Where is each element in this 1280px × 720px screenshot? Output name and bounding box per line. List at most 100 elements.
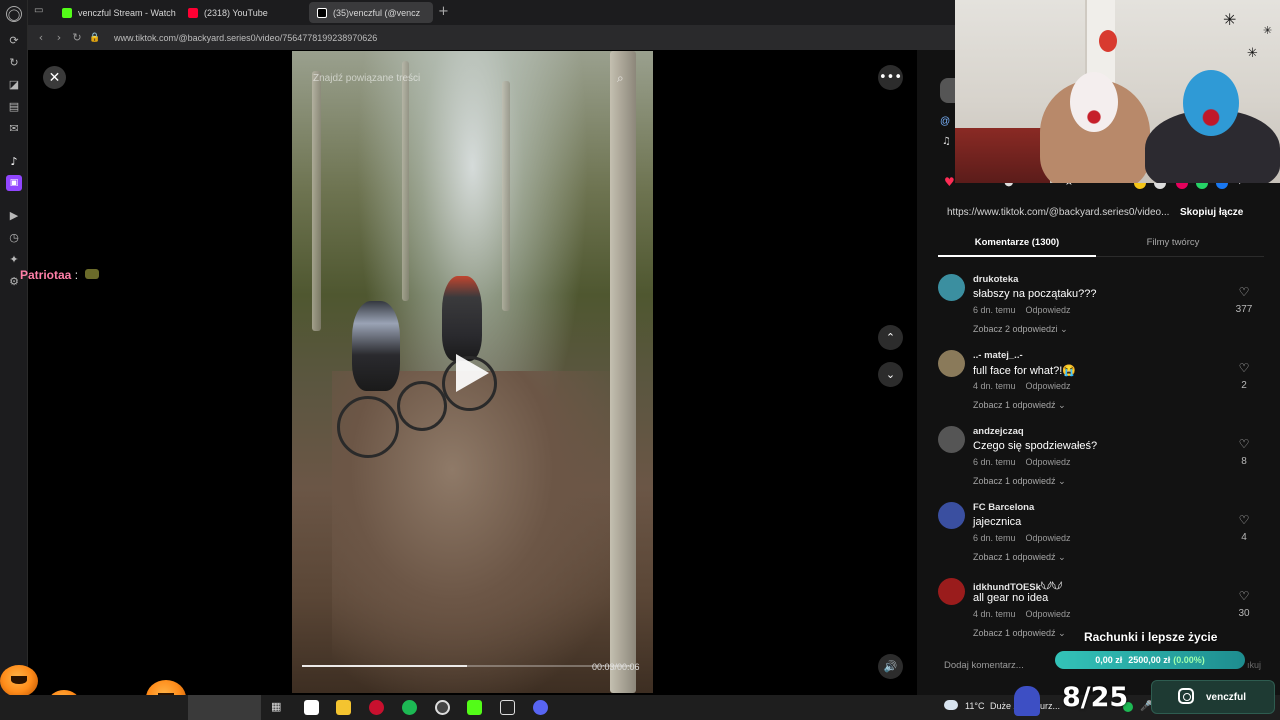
bag-icon[interactable]: ◪ [6,76,22,92]
avatar[interactable] [938,350,965,377]
tab-creator-videos[interactable]: Filmy twórcy [1108,237,1238,257]
like-count: 4 [1241,532,1247,543]
close-button[interactable]: ✕ [43,66,66,89]
video-backdrop [28,50,292,695]
comment-text: jajecznica [973,516,1022,528]
video-progress-bar[interactable] [302,665,632,667]
comment-author[interactable]: ..- matej_..- [973,350,1023,361]
obs-icon[interactable] [435,700,450,715]
like-icon[interactable]: ♡ [1236,513,1252,527]
reply-button[interactable]: Odpowiedz [1026,609,1071,619]
comment: ..- matej_..- full face for what?!😭 4 dn… [938,350,1264,420]
reply-button[interactable]: Odpowiedz [1026,457,1071,467]
spotify-icon[interactable] [402,700,417,715]
copy-link-button[interactable]: Skopiuj łącze [1180,207,1243,218]
twitch-icon[interactable]: ▣ [6,175,22,191]
tab-youtube[interactable]: (2318) YouTube [180,2,305,23]
instagram-icon [1178,688,1194,704]
task-view-icon[interactable]: ▦ [271,700,281,713]
volume-button[interactable]: 🔊 [878,654,903,679]
ghost-decor [1014,686,1040,716]
url-field[interactable]: www.tiktok.com/@backyard.series0/video/7… [114,33,377,43]
comment-time: 6 dn. temu [973,305,1016,315]
like-icon[interactable]: ♡ [1236,589,1252,603]
reply-button[interactable]: Odpowiedz [1026,381,1071,391]
tiktok-icon[interactable]: ♪ [6,153,22,169]
tab-tiktok[interactable]: (35)venczful (@vencz [309,2,433,23]
tab-overview-icon[interactable]: ▭ [34,5,43,16]
view-replies-label: Zobacz 2 odpowiedzi [973,324,1058,334]
player-icon[interactable]: ▶ [6,207,22,223]
bike-wheel [337,396,399,458]
comment-author[interactable]: FC Barcelona [973,502,1034,513]
comment-text: Czego się spodziewałeś? [973,440,1098,452]
painted-face-right [1183,70,1239,136]
chat-message: Patriotaa : [20,268,100,282]
notes-icon[interactable]: ▤ [6,98,22,114]
tree-trunk [502,81,510,311]
kick-icon [62,7,72,18]
reply-button[interactable]: Odpowiedz [1026,305,1071,315]
spider-decor-icon: ✳ [1247,46,1258,61]
tab-kick[interactable]: venczful Stream - Watch L [54,2,176,23]
goal-progress-bar: 0,00 zł 2500,00 zł (0.00%) [1055,651,1245,669]
app-icon[interactable] [500,700,515,715]
history-icon[interactable]: ↻ [6,54,22,70]
weather-temp[interactable]: 11°C [965,701,984,711]
previous-video-button[interactable]: ⌃ [878,325,903,350]
like-icon[interactable]: ♡ [1236,437,1252,451]
search-icon[interactable]: ⌕ [617,71,624,86]
avatar[interactable] [938,578,965,605]
new-tab-icon[interactable]: + [438,4,449,19]
discord-icon[interactable] [533,700,548,715]
reply-button[interactable]: Odpowiedz [1026,533,1071,543]
comment-meta: 6 dn. temu Odpowiedz [973,305,1071,315]
folder-icon[interactable] [336,700,351,715]
extensions-icon[interactable]: ✦ [6,251,22,267]
next-video-button[interactable]: ⌄ [878,362,903,387]
avatar[interactable] [938,426,965,453]
weather-icon [944,700,958,710]
comment-text: all gear no idea [973,592,1049,604]
kick-icon[interactable] [467,700,482,715]
post-button[interactable]: ıkuj [1247,660,1261,670]
reload-icon[interactable]: ⟳ [6,32,22,48]
clock-icon[interactable]: ◷ [6,229,22,245]
goal-current: 0,00 zł [1095,655,1123,665]
view-replies-button[interactable]: Zobacz 2 odpowiedzi ⌄ [973,324,1068,335]
like-count: 8 [1241,456,1247,467]
like-icon[interactable]: ♡ [1236,361,1252,375]
more-options-button[interactable]: ••• [878,65,903,90]
mail-icon[interactable]: ✉ [6,120,22,136]
add-comment-input[interactable]: Dodaj komentarz... [944,660,1024,671]
play-icon[interactable] [456,354,489,392]
back-icon[interactable]: ‹ [32,31,50,44]
bike-wheel [397,381,447,431]
view-replies-label: Zobacz 1 odpowiedź [973,400,1056,410]
browser-logo-icon[interactable]: ◯ [6,6,22,22]
comment-author[interactable]: andzejczaq [973,426,1024,437]
taskbar-search[interactable] [188,695,261,720]
comment-author[interactable]: drukoteka [973,274,1018,285]
author-avatar[interactable] [940,78,956,103]
store-icon[interactable] [304,700,319,715]
view-replies-button[interactable]: Zobacz 1 odpowiedź ⌄ [973,628,1066,639]
heart-icon[interactable]: ♥ [944,175,955,189]
view-replies-button[interactable]: Zobacz 1 odpowiedź ⌄ [973,552,1066,563]
like-icon[interactable]: ♡ [1236,285,1252,299]
reload-icon[interactable]: ↻ [68,31,86,44]
like-count: 377 [1235,304,1253,315]
comment: drukoteka słabszy na początaku??? 6 dn. … [938,274,1264,344]
author-handle-icon[interactable]: @ [940,116,950,127]
related-search-hint[interactable]: Znajdź powiązane treści [313,73,420,84]
comment-meta: 4 dn. temu Odpowiedz [973,381,1071,391]
chevron-down-icon: ⌄ [1060,325,1068,335]
avatar[interactable] [938,502,965,529]
avatar[interactable] [938,274,965,301]
tab-comments[interactable]: Komentarze (1300) [938,237,1096,257]
forward-icon[interactable]: › [50,31,68,44]
view-replies-button[interactable]: Zobacz 1 odpowiedź ⌄ [973,476,1066,487]
opera-icon[interactable] [369,700,384,715]
video-link[interactable]: https://www.tiktok.com/@backyard.series0… [947,207,1169,218]
view-replies-button[interactable]: Zobacz 1 odpowiedź ⌄ [973,400,1066,411]
